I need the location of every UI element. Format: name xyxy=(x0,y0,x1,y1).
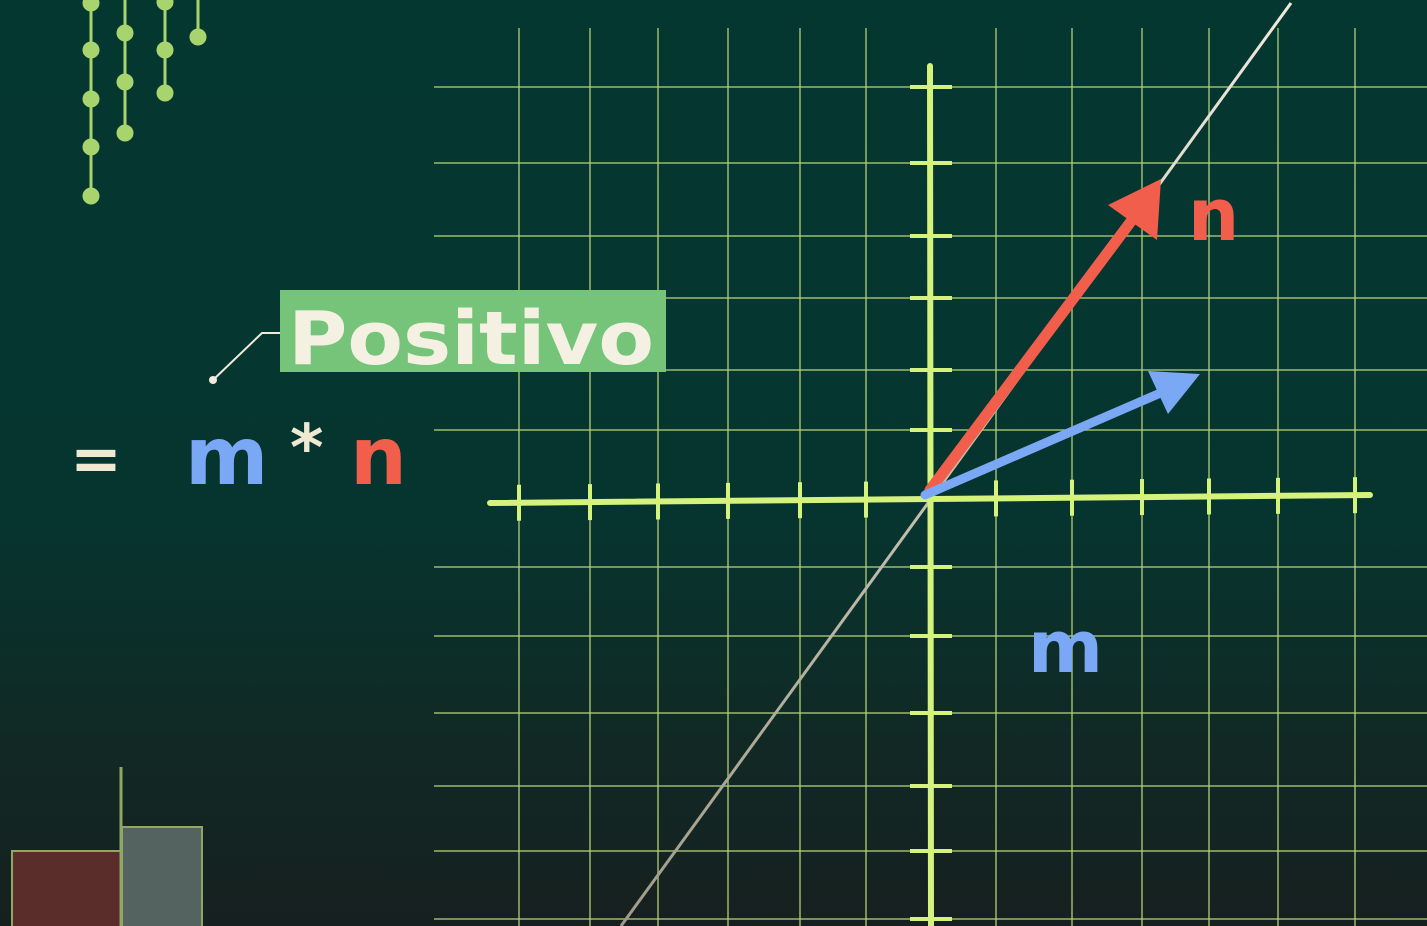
diagram-scene: n m = m * n Positivo xyxy=(11,0,1427,926)
vector-n-label: n xyxy=(1188,173,1239,257)
positivo-label: Positivo xyxy=(288,296,654,382)
positivo-callout: Positivo xyxy=(209,290,666,384)
bar-decoration xyxy=(11,767,203,926)
formula-operator: * xyxy=(290,412,323,486)
formula-n: n xyxy=(350,410,407,503)
dotted-decoration xyxy=(82,0,207,205)
equals-sign: = xyxy=(70,422,122,495)
formula-m: m xyxy=(185,410,268,503)
diagonal-line xyxy=(619,2,1293,926)
vector-m-label: m xyxy=(1028,605,1103,689)
